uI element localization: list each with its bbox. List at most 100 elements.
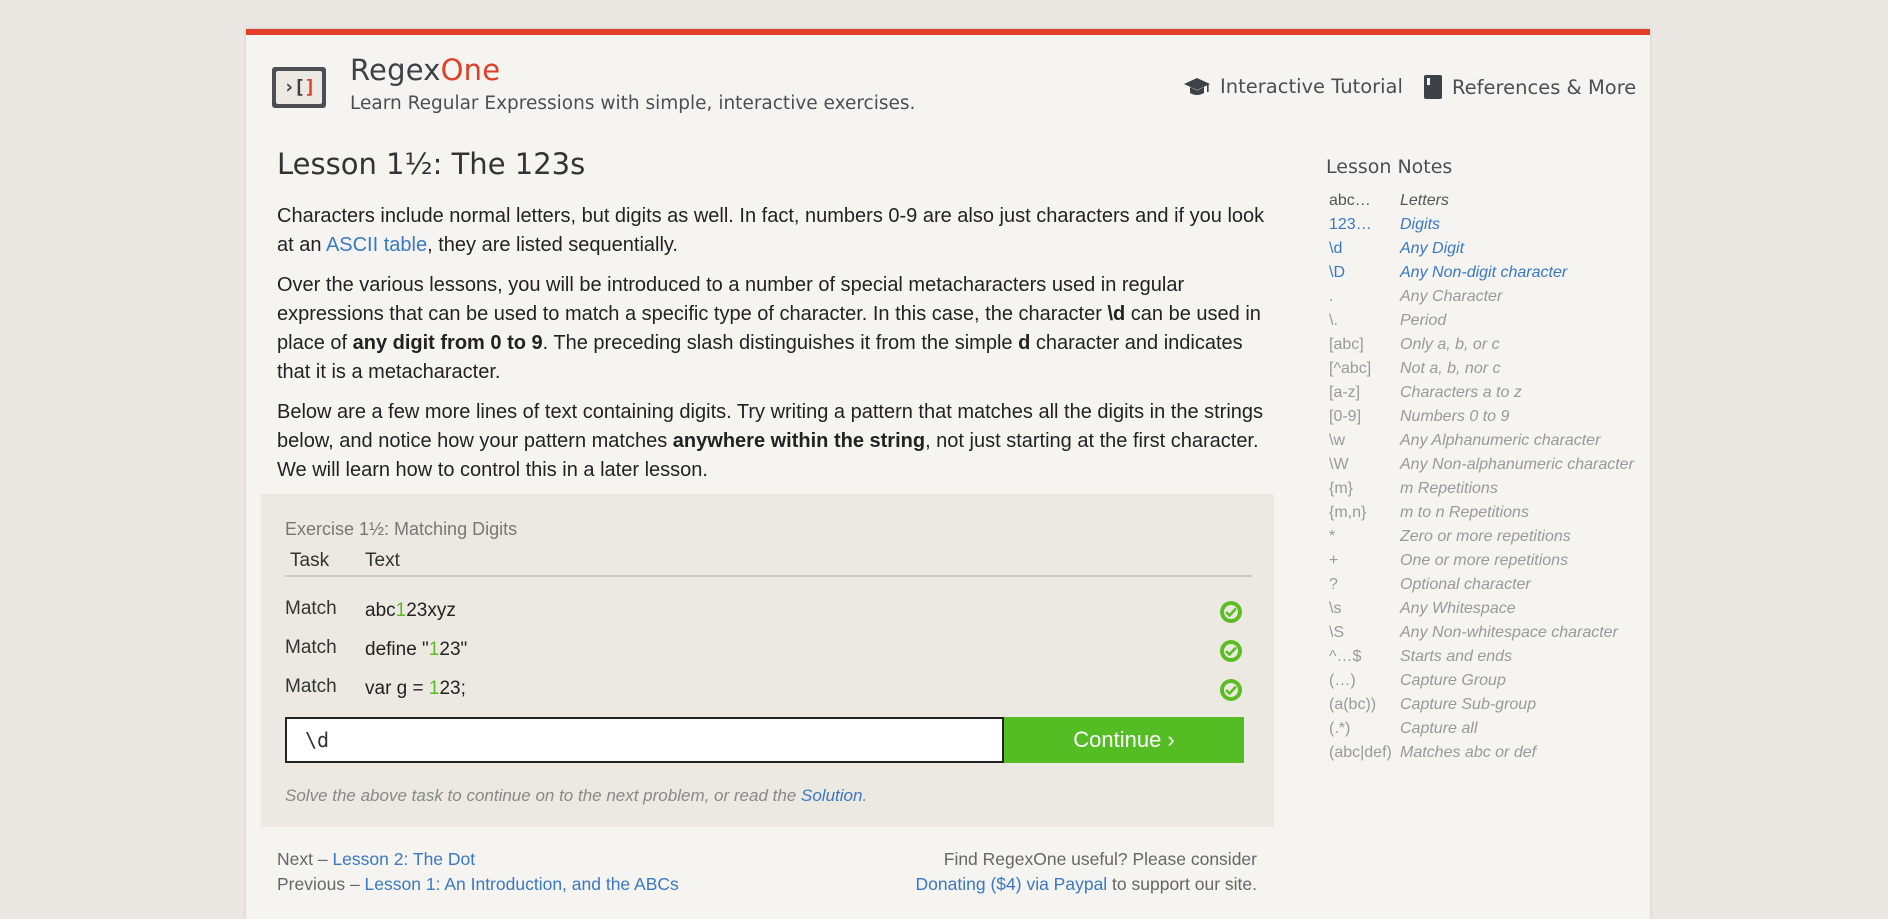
test-string: abc123xyz: [365, 600, 456, 622]
lesson-header: Lesson 1½: The 123s: [277, 147, 1277, 181]
note-value: Not a, b, nor c: [1400, 360, 1501, 377]
note-value: Any Character: [1400, 288, 1503, 305]
note-key: {m}: [1329, 480, 1354, 497]
note-key: \s: [1329, 600, 1342, 617]
note-key: \w: [1329, 432, 1345, 449]
note-key: {m,n}: [1329, 504, 1367, 521]
prev-prefix: Previous –: [277, 874, 365, 894]
lesson-notes-title: Lesson Notes: [1326, 156, 1453, 178]
column-header-task: Task: [290, 550, 330, 571]
lesson-navigation: Next – Lesson 2: The Dot Previous – Less…: [277, 847, 679, 897]
note-value: m Repetitions: [1400, 480, 1498, 497]
note-value: Any Non-alphanumeric character: [1400, 456, 1634, 473]
lesson-paragraph-3: Below are a few more lines of text conta…: [277, 398, 1277, 485]
donate-link[interactable]: Donating ($4) via Paypal: [916, 874, 1108, 894]
note-key: +: [1329, 552, 1339, 569]
note-value: Capture Group: [1400, 672, 1506, 689]
tagline: Learn Regular Expressions with simple, i…: [350, 93, 916, 114]
note-key: (abc|def): [1329, 744, 1392, 761]
p2-text: . The preceding slash distinguishes it f…: [542, 332, 1019, 354]
note-key: .: [1329, 288, 1334, 305]
check-icon: [1220, 679, 1242, 701]
footer-text: Solve the above task to continue on to t…: [285, 786, 801, 805]
note-value: Zero or more repetitions: [1400, 528, 1571, 545]
note-value: Matches abc or def: [1400, 744, 1537, 761]
match-highlight: 1: [428, 639, 440, 660]
nav-references-label: References & More: [1452, 75, 1637, 99]
donate-text: Find RegexOne useful? Please consider: [943, 849, 1257, 869]
note-value: Any Digit: [1400, 240, 1465, 257]
graduation-cap-icon: [1184, 77, 1210, 95]
task-label: Match: [285, 598, 337, 619]
donate-note: Find RegexOne useful? Please consider Do…: [916, 847, 1257, 897]
test-string: define "123": [365, 639, 467, 661]
nav-references[interactable]: References & More: [1424, 75, 1636, 99]
logo-icon: ›[]: [276, 71, 322, 104]
ascii-table-link[interactable]: ASCII table: [326, 234, 427, 256]
column-header-text: Text: [365, 550, 400, 571]
note-key: [0-9]: [1329, 408, 1362, 425]
p2-bold-d: d: [1018, 332, 1031, 354]
note-value: Period: [1400, 312, 1447, 329]
note-value: Any Non-digit character: [1400, 264, 1568, 281]
note-key: [abc]: [1329, 336, 1364, 353]
note-value: Digits: [1400, 216, 1441, 233]
nav-interactive-tutorial[interactable]: Interactive Tutorial: [1184, 75, 1403, 98]
task-label: Match: [285, 676, 337, 697]
note-key: ?: [1329, 576, 1338, 593]
book-icon: [1424, 75, 1442, 99]
exercise-footer: Solve the above task to continue on to t…: [285, 786, 867, 806]
p2-text: Over the various lessons, you will be in…: [277, 274, 1185, 325]
next-lesson-link[interactable]: Lesson 2: The Dot: [332, 849, 475, 869]
test-string: var g = 123;: [365, 678, 466, 700]
note-value: Capture Sub-group: [1400, 696, 1537, 713]
note-key: [a-z]: [1329, 384, 1361, 401]
brand-name[interactable]: RegexOne: [350, 53, 500, 87]
continue-button[interactable]: Continue ›: [1004, 717, 1244, 763]
p2-bold-digits: any digit from 0 to 9: [352, 332, 543, 354]
check-icon: [1220, 640, 1242, 662]
note-key: ^…$: [1329, 648, 1362, 665]
note-key: \W: [1329, 456, 1349, 473]
table-row: Match define "123": [285, 637, 1252, 671]
note-key: (.*): [1329, 720, 1351, 737]
next-lesson: Next – Lesson 2: The Dot: [277, 847, 679, 872]
table-row: Match abc123xyz: [285, 598, 1252, 632]
note-key: (…): [1329, 672, 1356, 689]
brand-regex: Regex: [350, 53, 441, 87]
note-value: Optional character: [1400, 576, 1531, 593]
match-highlight: 1: [395, 600, 407, 621]
note-key: \S: [1329, 624, 1345, 641]
note-key: \.: [1329, 312, 1338, 329]
p1-text-end: , they are listed sequentially.: [427, 234, 678, 256]
note-key: \D: [1329, 264, 1345, 281]
lesson-title: Lesson 1½: The 123s: [277, 147, 586, 181]
previous-lesson-link[interactable]: Lesson 1: An Introduction, and the ABCs: [365, 874, 679, 894]
match-highlight: 1: [428, 678, 440, 699]
note-value: Starts and ends: [1400, 648, 1513, 665]
note-key: (a(bc)): [1329, 696, 1377, 713]
next-prefix: Next –: [277, 849, 333, 869]
note-value: Letters: [1400, 192, 1449, 209]
test-string-post: 23": [439, 639, 468, 660]
p3-bold: anywhere within the string: [672, 430, 926, 452]
note-value: Characters a to z: [1400, 384, 1522, 401]
logo[interactable]: ›[]: [272, 67, 326, 108]
test-string-post: 23xyz: [406, 600, 456, 621]
note-key: [^abc]: [1329, 360, 1372, 377]
exercise-panel: Exercise 1½: Matching Digits Task Text M…: [261, 494, 1274, 827]
exercise-table-header: Task Text: [285, 550, 1252, 577]
note-key: *: [1329, 528, 1336, 545]
test-string-pre: abc: [365, 600, 396, 621]
table-row: Match var g = 123;: [285, 676, 1252, 710]
regex-input[interactable]: [285, 717, 1004, 763]
note-value: Any Whitespace: [1400, 600, 1516, 617]
note-value: Any Non-whitespace character: [1400, 624, 1618, 641]
solution-link[interactable]: Solution: [801, 786, 862, 805]
footer-text-end: .: [862, 786, 868, 805]
test-string-post: 23;: [439, 678, 466, 699]
test-string-pre: var g =: [365, 678, 429, 699]
note-value: Capture all: [1400, 720, 1478, 737]
note-value: One or more repetitions: [1400, 552, 1569, 569]
nav-tutorial-label: Interactive Tutorial: [1220, 75, 1403, 98]
